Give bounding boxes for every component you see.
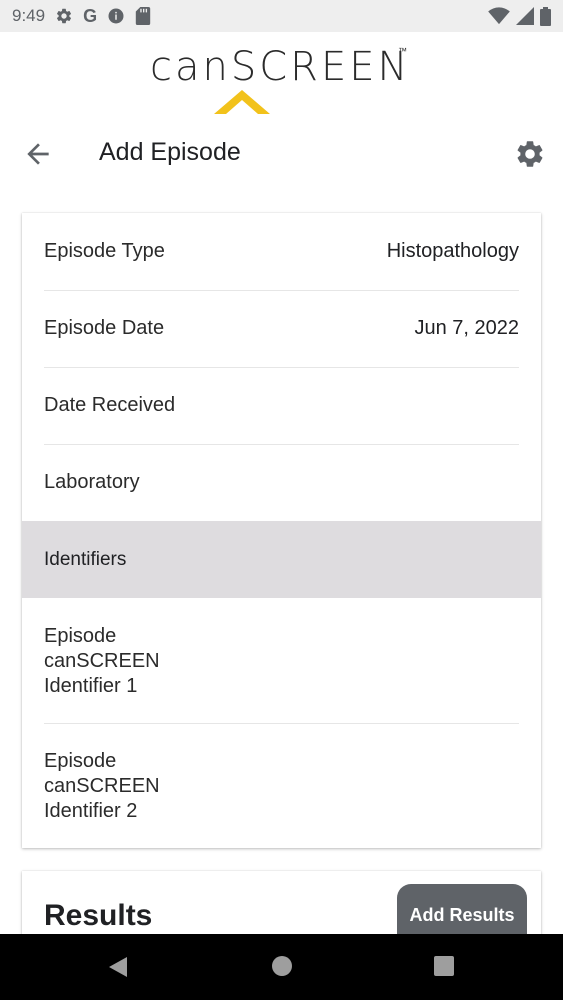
sd-card-icon: [135, 7, 151, 25]
field-label: Episode canSCREEN Identifier 2: [44, 749, 160, 822]
field-label: Episode canSCREEN Identifier 1: [44, 624, 160, 697]
nav-back-icon[interactable]: [107, 955, 129, 979]
field-date-received[interactable]: Date Received: [44, 367, 519, 445]
gear-icon: [517, 141, 543, 167]
field-episode-type[interactable]: Episode Type Histopathology: [44, 213, 519, 291]
status-time: 9:49: [12, 6, 46, 25]
status-bar: 9:49 G: [0, 0, 563, 32]
status-right: [488, 6, 551, 26]
field-label: Episode Date: [44, 317, 165, 339]
logo-trademark: ™: [398, 46, 407, 56]
info-icon: [107, 7, 125, 25]
system-nav-bar: [0, 934, 563, 1000]
episode-details-card: Episode Type Histopathology Episode Date…: [22, 213, 541, 848]
field-label: Date Received: [44, 394, 176, 416]
signal-icon: [516, 7, 534, 25]
logo-chevron-icon: [214, 90, 270, 114]
field-identifier-1[interactable]: Episode canSCREEN Identifier 1: [44, 599, 519, 724]
gear-icon: [55, 7, 73, 25]
back-button[interactable]: [22, 138, 54, 170]
nav-home-icon[interactable]: [271, 955, 293, 977]
cansceen-logo: canSCREEN ™: [0, 38, 563, 118]
field-identifier-2[interactable]: Episode canSCREEN Identifier 2: [44, 724, 519, 848]
field-value: Histopathology: [386, 240, 519, 262]
field-label: Episode Type: [44, 240, 165, 262]
results-title: Results: [44, 899, 153, 932]
status-left: 9:49 G: [12, 6, 151, 27]
identifiers-section-header: Identifiers: [22, 521, 541, 598]
field-value: Jun 7, 2022: [414, 317, 519, 339]
wifi-icon: [488, 7, 510, 25]
app-bar: Add Episode: [0, 122, 563, 186]
google-icon: G: [83, 5, 98, 26]
logo-text: canSCREEN: [150, 44, 411, 90]
field-label: Laboratory: [44, 471, 140, 493]
battery-icon: [540, 6, 551, 26]
field-laboratory[interactable]: Laboratory: [44, 444, 519, 521]
page-title: Add Episode: [99, 138, 241, 166]
arrow-left-icon: [27, 143, 49, 165]
settings-button[interactable]: [514, 138, 546, 170]
nav-recents-icon[interactable]: [433, 955, 455, 977]
field-episode-date[interactable]: Episode Date Jun 7, 2022: [44, 290, 519, 368]
